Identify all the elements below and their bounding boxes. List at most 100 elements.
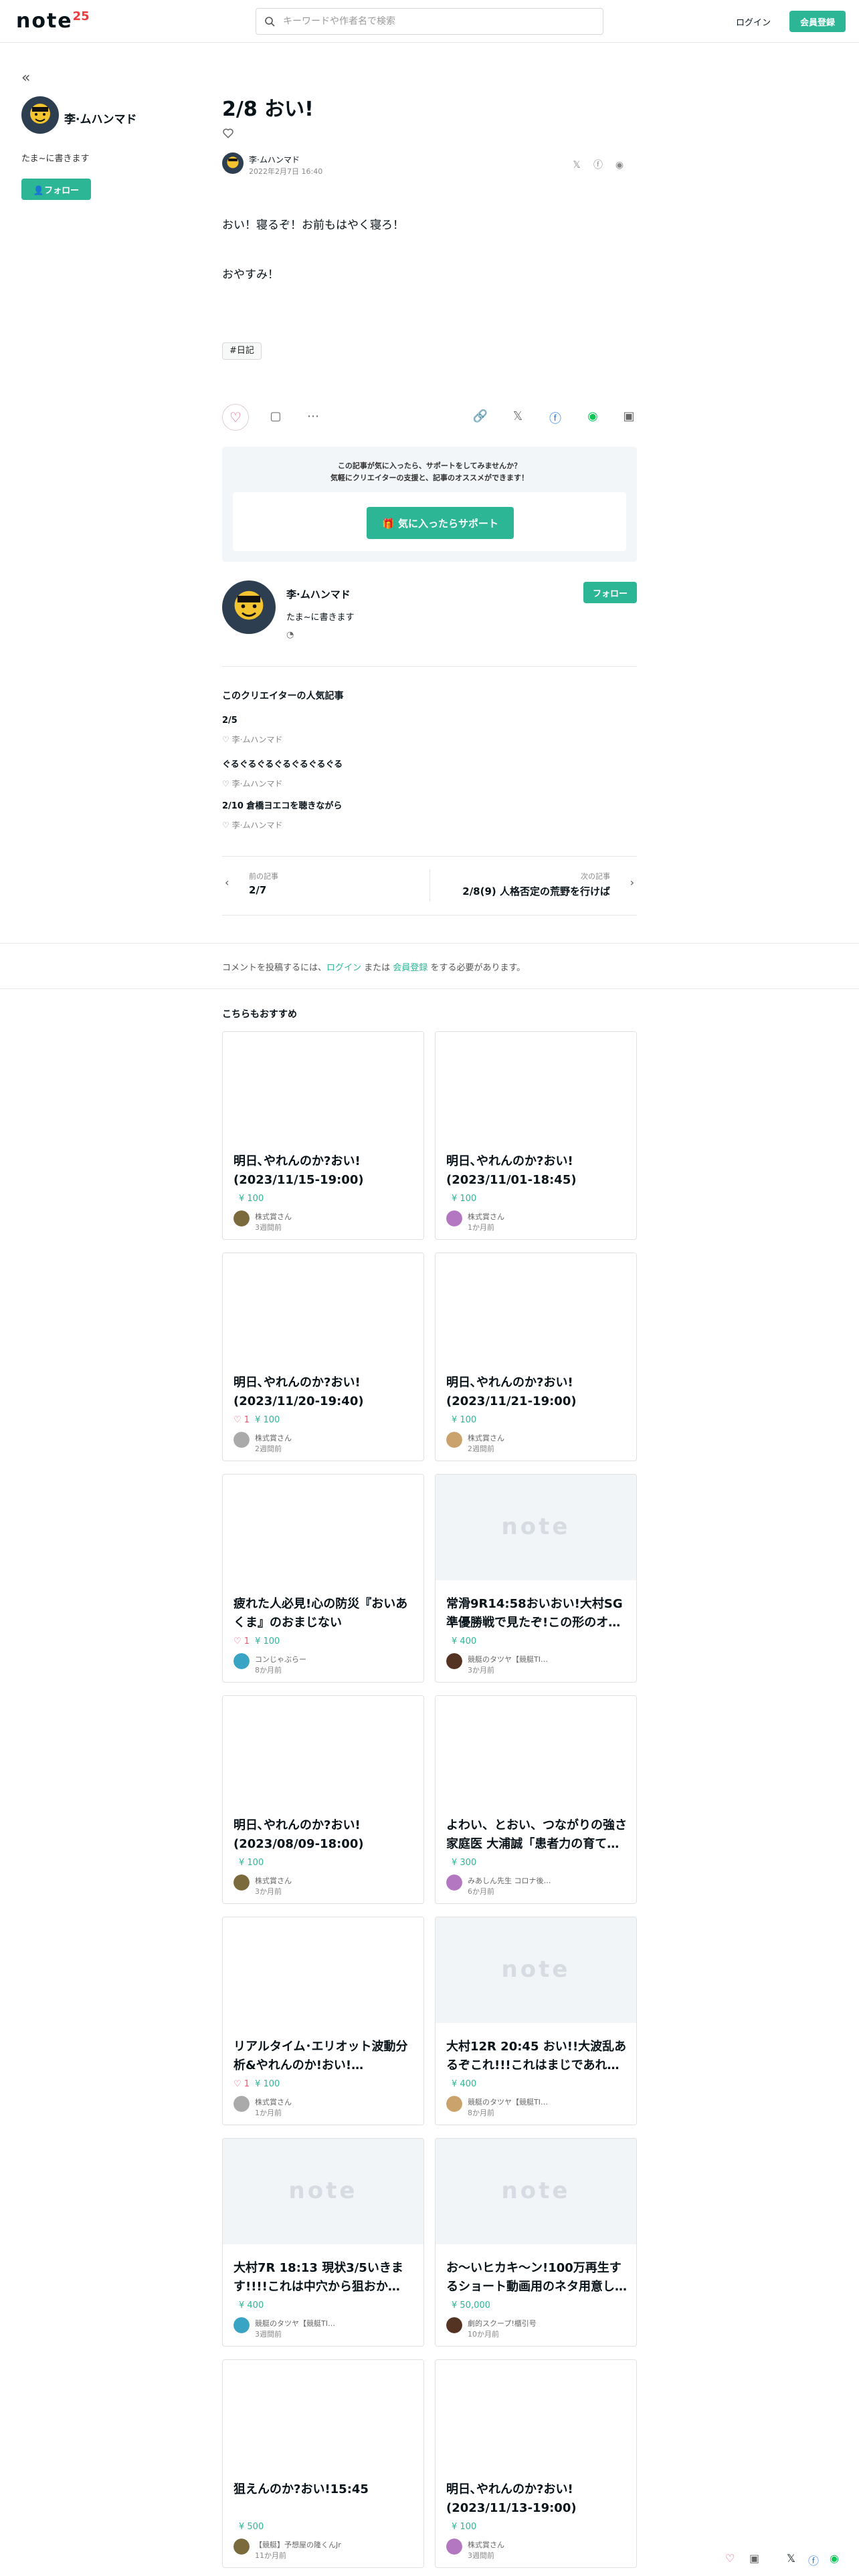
- x-icon[interactable]: 𝕏: [570, 160, 583, 173]
- divider: [222, 915, 637, 916]
- x-icon[interactable]: 𝕏: [787, 2552, 795, 2565]
- card-author[interactable]: 競艇のタツヤ【競艇TI…: [468, 2097, 628, 2107]
- card-author[interactable]: 株式賞さん: [255, 1432, 415, 1443]
- search-input[interactable]: [283, 9, 597, 34]
- comment-signup-link[interactable]: 会員登録: [393, 963, 427, 973]
- card-author[interactable]: 株式賞さん: [255, 2097, 415, 2107]
- card-thumbnail: [223, 1475, 423, 1580]
- card-thumbnail: [436, 2360, 636, 2466]
- card-date: 2週間前: [468, 1444, 494, 1453]
- sidebar-follow-button[interactable]: 👤フォロー: [21, 179, 91, 200]
- facebook-icon[interactable]: ⓕ: [808, 2552, 819, 2568]
- card-author[interactable]: 株式賞さん: [468, 1432, 628, 1443]
- embed-icon[interactable]: ▣: [749, 2552, 759, 2565]
- like-button[interactable]: ♡: [222, 404, 249, 431]
- line-icon[interactable]: ◉: [613, 160, 626, 173]
- facebook-icon[interactable]: ⓕ: [591, 158, 605, 171]
- card-date: 1か月前: [255, 2109, 282, 2117]
- prev-article-link[interactable]: 2/7: [249, 884, 266, 896]
- card-author[interactable]: コンじゃぶらー: [255, 1654, 415, 1665]
- card-author[interactable]: 株式賞さん: [468, 2539, 628, 2550]
- recommend-card[interactable]: 明日､やれんのか?おい!(2023/11/15-19:00) ¥ 100 株式賞さん…: [222, 1031, 424, 1240]
- link-icon[interactable]: 🔗: [472, 409, 488, 423]
- recommend-card[interactable]: note 大村7R 18:13 現状3/5いきます!!!!これは中穴から狙おか… ¥…: [222, 2138, 424, 2347]
- embed-icon[interactable]: ▣: [621, 409, 637, 423]
- card-price: ¥ 100: [452, 1415, 477, 1425]
- heart-icon[interactable]: ♡: [222, 821, 232, 830]
- note-watermark: note: [501, 2177, 571, 2204]
- heart-icon[interactable]: ♡: [222, 779, 232, 788]
- creator-name[interactable]: 李·ムハンマド: [286, 587, 351, 601]
- next-article-link[interactable]: 2/8(9) 人格否定の荒野を行けば: [462, 884, 610, 898]
- card-author-avatar: [233, 1874, 250, 1891]
- recommend-card[interactable]: 疲れた人必見!心の防災『おいあくま』のおまじない ♡ 1 ¥ 100 コンじゃぶらー 8…: [222, 1474, 424, 1683]
- hashtag[interactable]: #日記: [222, 342, 262, 360]
- note-logo[interactable]: note25: [16, 9, 90, 33]
- login-button[interactable]: ログイン: [727, 12, 780, 31]
- popular-item[interactable]: ぐるぐるぐるぐるぐるぐるぐる ♡ 李·ムハンマド: [222, 757, 637, 789]
- card-author-avatar: [233, 1210, 250, 1226]
- creator-avatar[interactable]: [222, 580, 276, 634]
- card-author[interactable]: 【競艇】予想屋の隆くんJr: [255, 2539, 415, 2550]
- sidebar-creator-bio: たま~に書きます: [21, 154, 90, 164]
- recommend-card[interactable]: よわい、とおい、つながりの強さ 家庭医 大浦誠「患者力の育て… ¥ 300 みあしん…: [435, 1695, 637, 1904]
- recommend-card[interactable]: 明日､やれんのか?おい!(2023/11/20-19:40) ♡ 1 ¥ 100 株式…: [222, 1253, 424, 1461]
- facebook-icon[interactable]: ⓕ: [547, 409, 563, 427]
- recommend-card[interactable]: リアルタイム･エリオット波動分析&やれんのか!おい!… ♡ 1 ¥ 100 株式賞さん…: [222, 1917, 424, 2125]
- card-title: 大村12R 20:45 おい!!大波乱あるぞこれ!!!これはまじであれ…: [446, 2040, 627, 2072]
- signup-button[interactable]: 会員登録: [789, 11, 846, 32]
- share-top: 𝕏ⓕ ◉: [570, 158, 637, 171]
- author-avatar[interactable]: [222, 152, 244, 174]
- card-author[interactable]: 株式賞さん: [255, 1211, 415, 1222]
- card-author[interactable]: 株式賞さん: [468, 1211, 628, 1222]
- card-author[interactable]: 競艇のタツヤ【競艇TI…: [255, 2318, 415, 2329]
- comment-icon[interactable]: ▢: [268, 409, 284, 423]
- sidebar-collapse-icon[interactable]: «: [21, 70, 30, 86]
- recommend-title: こちらもおすすめ: [222, 1009, 297, 1020]
- popular-item[interactable]: 2/5 ♡ 李·ムハンマド: [222, 716, 637, 745]
- chevron-left-icon[interactable]: ‹: [225, 876, 229, 889]
- card-author-avatar: [233, 1432, 250, 1448]
- card-meta: ¥ 400: [446, 1636, 476, 1646]
- line-icon[interactable]: ◉: [830, 2552, 839, 2565]
- author-name[interactable]: 李·ムハンマド: [249, 154, 300, 165]
- recommend-card[interactable]: 明日､やれんのか?おい!(2023/08/09-18:00) ¥ 100 株式賞さん…: [222, 1695, 424, 1904]
- card-date: 6か月前: [468, 1887, 494, 1896]
- card-title: よわい、とおい、つながりの強さ 家庭医 大浦誠「患者力の育て…: [446, 1818, 627, 1851]
- recommend-card[interactable]: 明日､やれんのか?おい!(2023/11/13-19:00) ¥ 100 株式賞さん…: [435, 2359, 637, 2568]
- recommend-card[interactable]: note 常滑9R14:58おいおい!大村SG準優勝戦で見たぞ!この形のオ… ¥ 4…: [435, 1474, 637, 1683]
- comment-login-link[interactable]: ログイン: [326, 963, 361, 973]
- recommend-card[interactable]: note 大村12R 20:45 おい!!大波乱あるぞこれ!!!これはまじであれ……: [435, 1917, 637, 2125]
- rss-icon[interactable]: ◔: [286, 630, 294, 640]
- card-author[interactable]: 株式賞さん: [255, 1875, 415, 1886]
- card-date: 3週間前: [468, 2551, 494, 2560]
- heart-icon[interactable]: [222, 127, 234, 139]
- card-title: 明日､やれんのか?おい!(2023/11/01-18:45): [446, 1154, 577, 1187]
- card-author[interactable]: みあしん先生 コロナ後…: [468, 1875, 628, 1886]
- support-line: 気軽にクリエイターの支援と、記事のオススメができます！: [330, 473, 529, 482]
- card-meta: ♡ 1 ¥ 100: [233, 1415, 280, 1425]
- note-watermark: note: [501, 1956, 571, 1983]
- card-price: ¥ 50,000: [452, 2300, 490, 2311]
- sidebar-creator-name[interactable]: 李·ムハンマド: [64, 110, 136, 126]
- more-icon[interactable]: ⋯: [305, 409, 321, 423]
- support-button[interactable]: 🎁 気に入ったらサポート: [367, 507, 514, 539]
- card-author[interactable]: 劇的スクープ!櫃引号: [468, 2318, 628, 2329]
- popular-item[interactable]: 2/10 倉橋ヨエコを聴きながら ♡ 李·ムハンマド: [222, 798, 637, 831]
- divider: [0, 943, 859, 944]
- heart-icon[interactable]: ♡: [222, 735, 232, 744]
- recommend-card[interactable]: note お〜いヒカキ〜ン!100万再生するショート動画用のネタ用意し… ¥ 50,…: [435, 2138, 637, 2347]
- recommend-card[interactable]: 明日､やれんのか?おい!(2023/11/01-18:45) ¥ 100 株式賞さん…: [435, 1031, 637, 1240]
- recommend-card[interactable]: 明日､やれんのか?おい!(2023/11/21-19:00) ¥ 100 株式賞さん…: [435, 1253, 637, 1461]
- card-date: 3か月前: [468, 1666, 494, 1675]
- avatar[interactable]: [21, 96, 59, 134]
- chevron-right-icon[interactable]: ›: [630, 876, 634, 889]
- card-author-avatar: [233, 1653, 250, 1669]
- heart-icon[interactable]: ♡: [725, 2552, 735, 2565]
- creator-follow-button[interactable]: フォロー: [583, 582, 637, 603]
- x-icon[interactable]: 𝕏: [510, 409, 526, 423]
- recommend-card[interactable]: 狙えんのか?おい!15:45 ¥ 500 【競艇】予想屋の隆くんJr 11か月前: [222, 2359, 424, 2568]
- card-author[interactable]: 競艇のタツヤ【競艇TI…: [468, 1654, 628, 1665]
- gift-icon: 🎁: [382, 517, 398, 530]
- line-icon[interactable]: ◉: [585, 409, 601, 423]
